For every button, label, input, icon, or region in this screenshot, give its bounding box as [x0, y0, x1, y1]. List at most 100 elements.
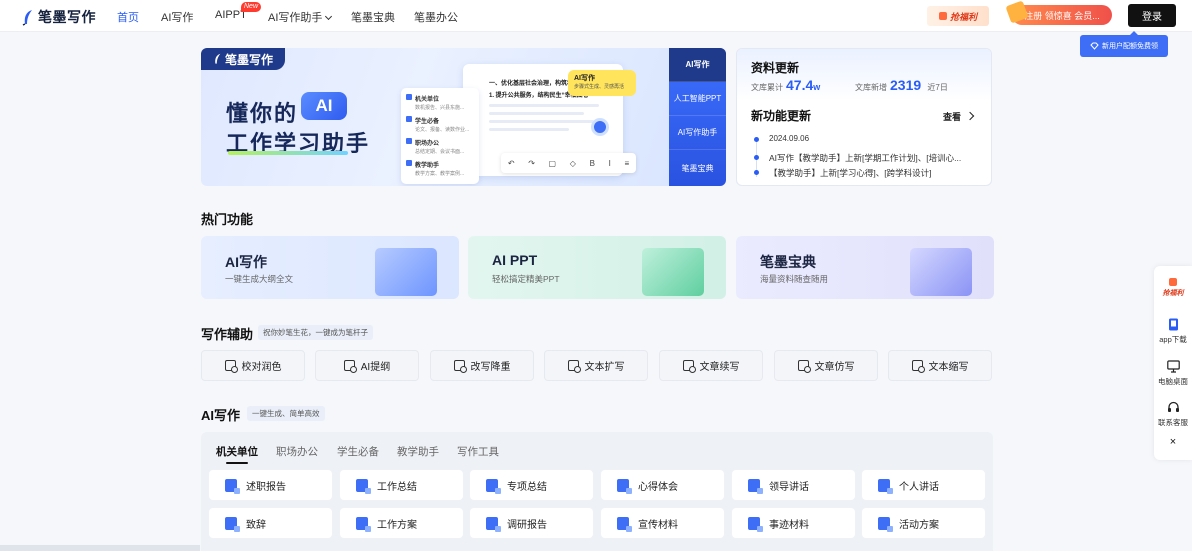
floating-sidebar: 抢福利 app下载 电脑桌面 联系客服 × [1154, 266, 1192, 460]
timeline-dot [754, 137, 759, 142]
float-lucky-label: 抢福利 [1162, 290, 1184, 297]
side-tab-ppt[interactable]: 人工智能PPT [669, 82, 726, 116]
newuser-tip-label: 新用户配额免费领 [1102, 43, 1158, 50]
newuser-tip[interactable]: 新用户配额免费领 [1080, 31, 1168, 57]
template-item[interactable]: 专项总结 [470, 470, 593, 500]
template-item[interactable]: 致辞 [209, 508, 332, 538]
feather-logo-icon [22, 9, 32, 26]
aux-button-label: 文本扩写 [584, 362, 625, 373]
aux-title: 写作辅助 [201, 327, 254, 342]
template-label: 宣传材料 [638, 519, 678, 531]
document-icon [356, 516, 371, 532]
document-icon [225, 516, 240, 532]
logo[interactable]: 笔墨写作 [22, 7, 96, 27]
aux-expand-button[interactable]: 文本扩写 [544, 350, 648, 381]
doc-cat-icon [406, 94, 412, 100]
doc-cat-icon [406, 116, 412, 122]
template-label: 心得体会 [638, 481, 678, 493]
side-tab-baodian[interactable]: 笔墨宝典 [669, 150, 726, 186]
float-desktop[interactable]: 电脑桌面 [1154, 360, 1192, 387]
hero-banner[interactable]: 笔墨写作 懂你的 AI 工作学习助手 一、优化基层社会治理，构筑和谐 1. 提升… [201, 48, 726, 186]
hot-card-name: AI PPT [492, 252, 538, 268]
register-label: 注册 领惊喜 会员... [1024, 10, 1100, 21]
editor-toolbar: ↶ ↷ ▢ ◇ B I ≡ [501, 153, 636, 173]
nav-office[interactable]: 笔墨办公 [414, 9, 458, 25]
float-app-download[interactable]: app下载 [1154, 318, 1192, 345]
hot-card-desc: 一键生成大纲全文 [225, 274, 294, 284]
template-item[interactable]: 调研报告 [470, 508, 593, 538]
tab-tools[interactable]: 写作工具 [457, 444, 499, 459]
aux-proofread-button[interactable]: 校对润色 [201, 350, 305, 381]
nav-ai-assistant[interactable]: AI写作助手 [268, 9, 333, 25]
aux-imitate-button[interactable]: 文章仿写 [774, 350, 878, 381]
banner-tag-label: 笔墨写作 [224, 52, 273, 67]
doc-cat-item: 机关单位 数机报告、兴县东施... [406, 94, 464, 111]
monitor-icon [1166, 360, 1180, 373]
stat-new-suffix: 近7日 [927, 83, 948, 92]
template-item[interactable]: 述职报告 [209, 470, 332, 500]
aux-rewrite-button[interactable]: 改写降重 [430, 350, 534, 381]
doc-line [489, 128, 569, 131]
continue-icon [682, 360, 696, 373]
gift-icon [938, 12, 947, 20]
hot-card-ai-ppt[interactable]: AI PPT 轻松搞定精美PPT [468, 236, 726, 299]
template-item[interactable]: 活动方案 [862, 508, 985, 538]
view-link[interactable]: 查看 [943, 110, 973, 123]
stat-total-value: 47.4 [786, 77, 814, 93]
nav-baodian[interactable]: 笔墨宝典 [351, 9, 395, 25]
template-item[interactable]: 事迹材料 [732, 508, 855, 538]
template-item[interactable]: 工作方案 [340, 508, 463, 538]
register-button[interactable]: 注册 领惊喜 会员... [1005, 0, 1112, 25]
nav-home[interactable]: 首页 [117, 9, 139, 25]
list-icon: ≡ [624, 158, 630, 168]
login-button[interactable]: 登录 [1128, 4, 1176, 27]
doc-cat-icon [406, 160, 412, 166]
top-nav: 笔墨写作 首页 AI写作 AIPPT New AI写作助手 笔墨宝典 笔墨办公 … [0, 0, 1192, 32]
record-icon [591, 118, 609, 136]
stat-new-value: 2319 [890, 77, 922, 93]
template-item[interactable]: 宣传材料 [601, 508, 724, 538]
tab-teaching[interactable]: 教学助手 [397, 444, 439, 459]
template-item[interactable]: 个人讲话 [862, 470, 985, 500]
lock-icon: ▢ [548, 158, 557, 168]
float-label: 联系客服 [1158, 418, 1188, 427]
aux-outline-button[interactable]: AI提纲 [315, 350, 419, 381]
update-item[interactable]: AI写作【教学助手】上新[学期工作计划]、[培训心... [769, 152, 979, 164]
hot-card-baodian[interactable]: 笔墨宝典 海量资料随查随用 [736, 236, 994, 299]
nav-ai-writing[interactable]: AI写作 [161, 9, 193, 25]
proofread-icon [224, 360, 238, 373]
tab-student[interactable]: 学生必备 [337, 444, 379, 459]
document-icon [748, 478, 763, 494]
template-item[interactable]: 工作总结 [340, 470, 463, 500]
aux-condense-button[interactable]: 文本缩写 [888, 350, 992, 381]
ai-bubble: AI写作 步骤式生成、灵感再活 [568, 70, 636, 96]
banner-ai-pill: AI [301, 92, 347, 120]
template-item[interactable]: 领导讲话 [732, 470, 855, 500]
expand-icon [567, 360, 581, 373]
new-badge: New [241, 2, 262, 12]
template-label: 活动方案 [899, 519, 939, 531]
document-icon [356, 478, 371, 494]
side-tab-assistant[interactable]: AI写作助手 [669, 116, 726, 150]
document-icon [225, 478, 240, 494]
status-bar [0, 545, 200, 551]
tab-workplace[interactable]: 职场办公 [276, 444, 318, 459]
hot-card-ai-writing[interactable]: AI写作 一键生成大纲全文 [201, 236, 459, 299]
template-item[interactable]: 心得体会 [601, 470, 724, 500]
feature-title: 新功能更新 [751, 109, 812, 123]
document-icon [748, 516, 763, 532]
float-lucky-button[interactable]: 抢福利 [1159, 276, 1187, 306]
doc-cat-title: 学生必备 [415, 119, 440, 125]
imitate-icon [797, 360, 811, 373]
close-icon[interactable]: × [1154, 436, 1192, 448]
update-item[interactable]: 【教学助手】上新[学习心得]、[跨学科设计] [769, 167, 979, 179]
doc-line [489, 104, 599, 107]
side-tab-ai-writing[interactable]: AI写作 [669, 48, 726, 82]
presentation-icon [642, 248, 704, 296]
lucky-button[interactable]: 抢福利 [927, 6, 989, 26]
aux-button-label: 文章仿写 [814, 362, 855, 373]
tab-government[interactable]: 机关单位 [216, 444, 258, 464]
float-support[interactable]: 联系客服 [1154, 401, 1192, 428]
aux-continue-button[interactable]: 文章续写 [659, 350, 763, 381]
document-icon [617, 516, 632, 532]
